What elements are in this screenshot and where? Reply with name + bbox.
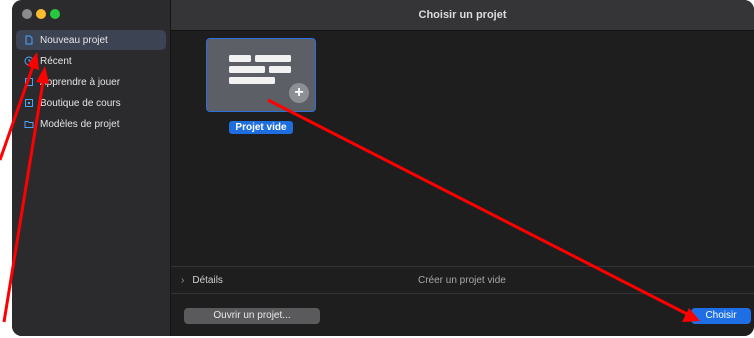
zoom-window-button[interactable]: [50, 9, 60, 19]
sidebar-item-label: Récent: [40, 55, 72, 67]
add-icon: +: [289, 83, 309, 103]
sidebar-item-templates[interactable]: Modèles de projet: [16, 114, 166, 134]
recent-icon: [24, 56, 34, 66]
sidebar-item-recent[interactable]: Récent: [16, 51, 166, 71]
sidebar-item-learn[interactable]: Apprendre à jouer: [16, 72, 166, 92]
sidebar: Nouveau projet Récent Apprendre à jouer …: [12, 0, 171, 336]
sidebar-item-label: Boutique de cours: [40, 97, 121, 109]
main-panel: Choisir un projet + Projet vide › Détail…: [171, 0, 754, 336]
open-project-button[interactable]: Ouvrir un projet...: [184, 308, 320, 324]
folder-icon: [24, 119, 34, 129]
window-title: Choisir un projet: [171, 0, 754, 31]
sidebar-item-label: Apprendre à jouer: [40, 76, 121, 88]
details-label: Détails: [192, 274, 223, 286]
sidebar-item-store[interactable]: Boutique de cours: [16, 93, 166, 113]
close-window-button[interactable]: [22, 9, 32, 19]
app-window: Nouveau projet Récent Apprendre à jouer …: [12, 0, 754, 336]
details-description: Créer un projet vide: [418, 274, 506, 286]
sidebar-item-label: Nouveau projet: [40, 34, 108, 46]
new-document-icon: [24, 35, 34, 45]
template-label: Projet vide: [229, 121, 293, 134]
footer: Ouvrir un projet... Choisir: [171, 293, 754, 336]
minimize-window-button[interactable]: [36, 9, 46, 19]
chevron-right-icon[interactable]: ›: [181, 275, 184, 286]
details-bar[interactable]: › Détails Créer un projet vide: [171, 266, 754, 293]
template-empty-project[interactable]: + Projet vide: [206, 38, 316, 135]
template-tile[interactable]: +: [206, 38, 316, 112]
choose-button[interactable]: Choisir: [691, 308, 751, 324]
sidebar-item-new-project[interactable]: Nouveau projet: [16, 30, 166, 50]
store-icon: [24, 98, 34, 108]
sidebar-list: Nouveau projet Récent Apprendre à jouer …: [16, 30, 166, 135]
learn-icon: [24, 77, 34, 87]
sidebar-item-label: Modèles de projet: [40, 118, 120, 130]
